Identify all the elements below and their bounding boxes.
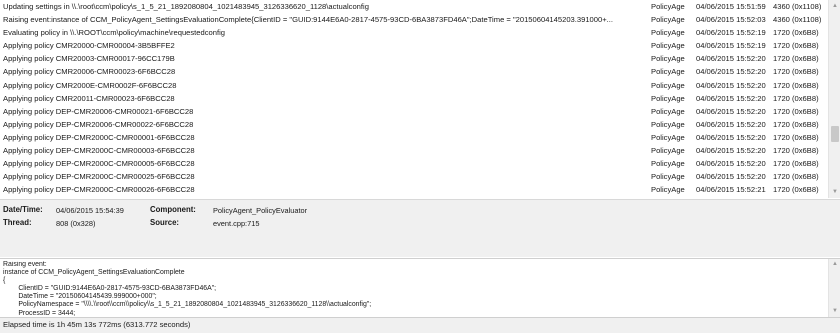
log-row[interactable]: Evaluating policy in \\.\ROOT\ccm\policy… [0,26,828,39]
log-message: Applying policy DEP-CMR20006-CMR00021-6F… [3,106,194,116]
log-row[interactable]: Applying policy CMR20006-CMR00023-6F6BCC… [0,65,828,78]
log-row[interactable]: Applying policy CMR20000-CMR00004-3B5BFF… [0,39,828,52]
log-thread: 1720 (0x6B8) [773,185,819,195]
log-row[interactable]: Applying policy CMR20011-CMR00023-6F6BCC… [0,92,828,105]
log-thread: 1720 (0x6B8) [773,132,819,142]
log-thread: 1720 (0x6B8) [773,67,819,77]
event-detail-scrollbar[interactable]: ▲ ▼ [828,259,840,317]
chevron-up-icon[interactable]: ▲ [829,0,840,12]
log-row[interactable]: Applying policy CMR20003-CMR00017-96CC17… [0,52,828,65]
log-thread: 1720 (0x6B8) [773,80,819,90]
log-message: Raising event:instance of CCM_PolicyAgen… [3,15,613,25]
log-message: Applying policy CMR2000E-CMR0002F-6F6BCC… [3,80,177,90]
log-thread: 1720 (0x6B8) [773,172,819,182]
log-component: PolicyAge [651,93,685,103]
log-list-scroll-thumb[interactable] [831,126,839,142]
thread-label: Thread: [3,218,32,227]
log-list[interactable]: Updating settings in \\.\root\ccm\policy… [0,0,840,198]
log-thread: 1720 (0x6B8) [773,54,819,64]
source-value: event.cpp:715 [213,219,260,228]
log-thread: 1720 (0x6B8) [773,146,819,156]
log-component: PolicyAge [651,41,685,51]
log-message: Applying policy CMR20000-CMR00004-3B5BFF… [3,41,175,51]
log-row[interactable]: Updating settings in \\.\root\ccm\policy… [0,0,828,13]
log-message: Applying policy DEP-CMR20006-CMR00022-6F… [3,119,194,129]
datetime-label: Date/Time: [3,205,43,214]
log-component: PolicyAge [651,80,685,90]
log-component: PolicyAge [651,106,685,116]
log-message: Applying policy DEP-CMR2000C-CMR00001-6F… [3,132,195,142]
chevron-down-icon[interactable]: ▼ [829,186,840,198]
log-component: PolicyAge [651,28,685,38]
chevron-up-icon[interactable]: ▲ [829,259,840,270]
log-component: PolicyAge [651,2,685,11]
log-component: PolicyAge [651,159,685,169]
log-component: PolicyAge [651,172,685,182]
log-row[interactable]: Applying policy DEP-CMR2000C-CMR00026-6F… [0,183,828,196]
log-thread: 1720 (0x6B8) [773,41,819,51]
log-message: Evaluating policy in \\.\ROOT\ccm\policy… [3,28,226,38]
log-message: Applying policy CMR20003-CMR00017-96CC17… [3,54,175,64]
log-component: PolicyAge [651,15,685,25]
log-row[interactable]: Raising event:instance of CCM_PolicyAgen… [0,13,828,26]
log-message: Updating settings in \\.\root\ccm\policy… [3,2,369,11]
status-bar: Elapsed time is 1h 45m 13s 772ms (6313.7… [0,318,840,333]
entry-details: Date/Time: 04/06/2015 15:54:39 Component… [0,199,840,257]
elapsed-time-text: Elapsed time is 1h 45m 13s 772ms (6313.7… [3,320,191,329]
log-thread: 1720 (0x6B8) [773,159,819,169]
log-message: Applying policy CMR20011-CMR00023-6F6BCC… [3,93,175,103]
log-row[interactable]: Applying policy DEP-CMR2000C-CMR00003-6F… [0,144,828,157]
component-value: PolicyAgent_PolicyEvaluator [213,206,308,215]
chevron-down-icon[interactable]: ▼ [829,306,840,317]
log-component: PolicyAge [651,146,685,156]
log-message: Applying policy DEP-CMR2000C-CMR00026-6F… [3,185,195,195]
log-row[interactable]: Applying policy CMR2000E-CMR0002F-6F6BCC… [0,79,828,92]
log-component: PolicyAge [651,132,685,142]
log-thread: 4360 (0x1108) [773,2,822,11]
log-message: Applying policy DEP-CMR2000C-CMR00003-6F… [3,146,195,156]
log-thread: 1720 (0x6B8) [773,119,819,129]
log-list-scrollbar[interactable]: ▲ ▼ [828,0,840,198]
log-component: PolicyAge [651,67,685,77]
log-message: Applying policy DEP-CMR2000C-CMR00025-6F… [3,172,195,182]
log-row[interactable]: Applying policy DEP-CMR20006-CMR00021-6F… [0,105,828,118]
log-row[interactable]: Applying policy DEP-CMR2000C-CMR00005-6F… [0,157,828,170]
log-thread: 1720 (0x6B8) [773,28,819,38]
datetime-value: 04/06/2015 15:54:39 [56,206,124,215]
log-thread: 1720 (0x6B8) [773,93,819,103]
log-component: PolicyAge [651,119,685,129]
source-label: Source: [150,218,180,227]
log-rows: Updating settings in \\.\root\ccm\policy… [0,0,828,198]
log-thread: 1720 (0x6B8) [773,106,819,116]
log-component: PolicyAge [651,185,685,195]
log-message: Applying policy DEP-CMR2000C-CMR00005-6F… [3,159,195,169]
component-label: Component: [150,205,196,214]
log-row[interactable]: Applying policy DEP-CMR20006-CMR00022-6F… [0,118,828,131]
event-detail-text[interactable]: Raising event: instance of CCM_PolicyAge… [3,261,823,317]
log-thread: 4360 (0x1108) [773,15,822,25]
log-message: Applying policy CMR20006-CMR00023-6F6BCC… [3,67,176,77]
thread-value: 808 (0x328) [56,219,96,228]
event-detail-panel[interactable]: Raising event: instance of CCM_PolicyAge… [0,258,840,318]
log-row[interactable]: Applying policy DEP-CMR2000C-CMR00001-6F… [0,131,828,144]
log-row[interactable]: Applying policy DEP-CMR2000C-CMR00025-6F… [0,170,828,183]
log-component: PolicyAge [651,54,685,64]
